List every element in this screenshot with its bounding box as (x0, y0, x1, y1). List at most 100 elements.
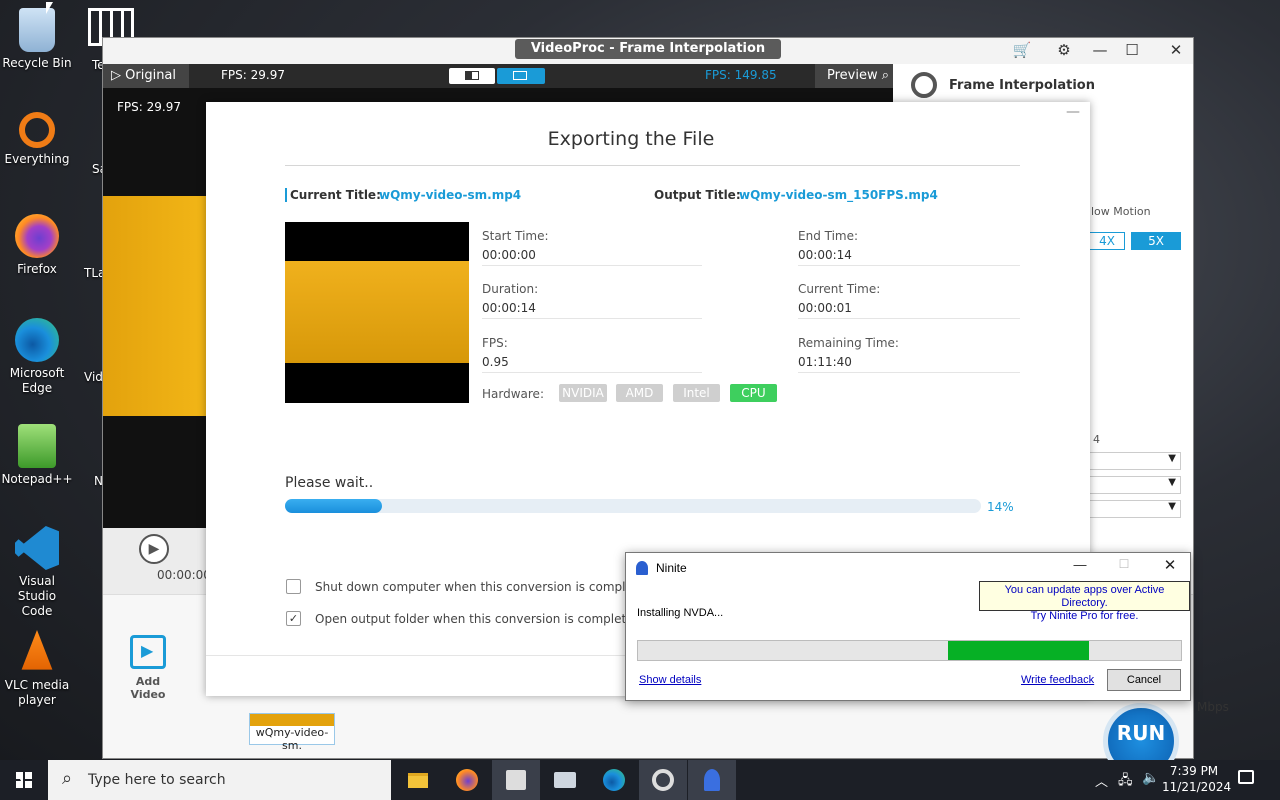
clock[interactable]: 7:39 PM 11/21/2024 (1162, 763, 1231, 795)
play-outline-icon: ▷ (111, 68, 126, 83)
dual-view-icon (513, 71, 527, 80)
hardware-nvidia: NVIDIA (559, 384, 607, 402)
windows-icon (16, 772, 32, 788)
current-title-value: wQmy-video-sm.mp4 (379, 188, 522, 202)
desktop-icon-label: Notepad++ (1, 472, 73, 486)
install-status: Installing NVDA... (637, 607, 724, 619)
remaining-time-label: Remaining Time: (798, 336, 899, 350)
start-button[interactable] (0, 760, 48, 800)
duration-value: 00:00:14 (482, 301, 536, 315)
desktop-icon-label: Microsoft Edge (9, 366, 65, 395)
open-folder-label: Open output folder when this conversion … (315, 612, 642, 626)
start-time-label: Start Time: (482, 229, 549, 243)
compare-single-button[interactable] (449, 68, 495, 84)
notice-line-1: You can update apps over Active Director… (1004, 584, 1165, 609)
panel-title: Frame Interpolation (949, 78, 1095, 93)
volume-icon[interactable]: 🔈 (1142, 770, 1159, 786)
original-label: Original (125, 68, 177, 83)
cart-icon[interactable]: 🛒 (1007, 40, 1037, 60)
select-dropdown[interactable]: ▼ (1089, 476, 1181, 494)
fps-value: 0.95 (482, 355, 509, 369)
chevron-up-icon[interactable]: ︿ (1095, 771, 1108, 790)
current-title-label: Current Title: (290, 188, 381, 202)
vscode-icon (15, 526, 59, 570)
cancel-button[interactable]: Cancel (1107, 669, 1181, 691)
desktop-icon-label: Recycle Bin (2, 56, 72, 70)
maximize-button[interactable]: ☐ (1117, 40, 1147, 60)
desktop-icon-vscode[interactable]: Visual Studio Code (0, 526, 74, 619)
progress-percent: 14% (987, 500, 1014, 514)
open-folder-checkbox[interactable]: ✓ (286, 611, 301, 626)
minimize-button[interactable]: — (1066, 104, 1080, 120)
panel-partial-text: Mbps (1197, 700, 1229, 714)
desktop-icon-edge[interactable]: Microsoft Edge (0, 318, 74, 396)
close-button[interactable]: ✕ (1161, 40, 1191, 60)
video-thumbnail[interactable]: wQmy-video-sm. (249, 713, 335, 752)
add-video-icon: ▶ (130, 635, 166, 669)
mouse-cursor-icon (46, 2, 53, 14)
preview-button[interactable]: Preview ⌕ (815, 64, 893, 88)
edge-icon[interactable] (590, 760, 638, 800)
desktop-icon-notepadpp[interactable]: Notepad++ (0, 424, 74, 487)
fps-label: FPS: (482, 336, 508, 350)
preview-label: Preview (827, 68, 878, 83)
search-icon: ⌕ (881, 68, 890, 83)
gear-icon[interactable]: ⚙ (1049, 40, 1079, 60)
dialog-title: Exporting the File (547, 128, 715, 150)
desktop-icon-recycle-bin[interactable]: Recycle Bin (0, 8, 74, 71)
duration-label: Duration: (482, 282, 539, 296)
shutdown-checkbox[interactable] (286, 579, 301, 594)
ninite-icon[interactable] (688, 760, 736, 800)
network-icon[interactable]: 🖧 (1118, 771, 1133, 793)
divider (798, 265, 1020, 266)
ninite-pro-notice[interactable]: You can update apps over Active Director… (979, 581, 1190, 622)
divider (482, 265, 702, 266)
end-time-value: 00:00:14 (798, 248, 852, 262)
write-feedback-link[interactable]: Write feedback (1021, 674, 1094, 686)
maximize-button[interactable]: ☐ (1114, 557, 1134, 571)
desktop-icon-label: Firefox (17, 262, 57, 276)
desktop-icon-firefox[interactable]: Firefox (0, 214, 74, 277)
preview-fps: FPS: 29.97 (117, 100, 181, 114)
desktop-icon-label: Vid (84, 370, 103, 384)
minimize-button[interactable]: — (1070, 557, 1090, 572)
app-icon[interactable] (492, 760, 540, 800)
split-view-icon (465, 71, 479, 80)
desktop-icon-vlc[interactable]: VLC media player (0, 630, 74, 708)
firefox-icon[interactable] (443, 760, 491, 800)
add-video-button[interactable]: ▶ Add Video (117, 635, 179, 701)
firefox-icon (15, 214, 59, 258)
original-tab[interactable]: ▷ Original (103, 64, 189, 88)
start-time-value: 00:00:00 (482, 248, 536, 262)
chevron-down-icon: ▼ (1168, 501, 1176, 512)
speed-5x-button[interactable]: 5X (1131, 232, 1181, 250)
timecode: 00:00:00 (157, 568, 211, 582)
run-label: RUN (1116, 721, 1166, 745)
speed-4x-button[interactable]: 4X (1089, 232, 1125, 250)
hardware-label: Hardware: (482, 387, 544, 401)
file-explorer-icon[interactable] (394, 760, 442, 800)
everything-icon (19, 112, 55, 148)
app-icon[interactable] (541, 760, 589, 800)
remaining-time-value: 01:11:40 (798, 355, 852, 369)
taskbar: ⌕ Type here to search ︿ 🖧 🔈 7:39 PM 11/2… (0, 760, 1280, 800)
desktop-icon-everything[interactable]: Everything (0, 112, 74, 167)
search-box[interactable]: ⌕ Type here to search (48, 760, 391, 800)
desktop-icon-label: Everything (4, 152, 70, 166)
chevron-down-icon: ▼ (1168, 477, 1176, 488)
notifications-icon[interactable] (1238, 770, 1254, 784)
ninite-window: Ninite — ☐ ✕ You can update apps over Ac… (625, 552, 1191, 701)
ninite-progress-track (637, 640, 1182, 661)
show-details-link[interactable]: Show details (639, 674, 701, 686)
minimize-button[interactable]: — (1085, 40, 1115, 60)
search-icon: ⌕ (62, 768, 73, 789)
compare-dual-button[interactable] (497, 68, 545, 84)
play-button[interactable]: ▶ (139, 534, 169, 564)
videoproc-icon[interactable] (639, 760, 687, 800)
close-button[interactable]: ✕ (1160, 556, 1180, 574)
select-dropdown[interactable]: ▼ (1089, 452, 1181, 470)
select-dropdown[interactable]: ▼ (1089, 500, 1181, 518)
window-title: VideoProc - Frame Interpolation (515, 39, 781, 59)
status-text: Please wait.. (285, 475, 374, 491)
ninite-title: Ninite (656, 561, 687, 575)
